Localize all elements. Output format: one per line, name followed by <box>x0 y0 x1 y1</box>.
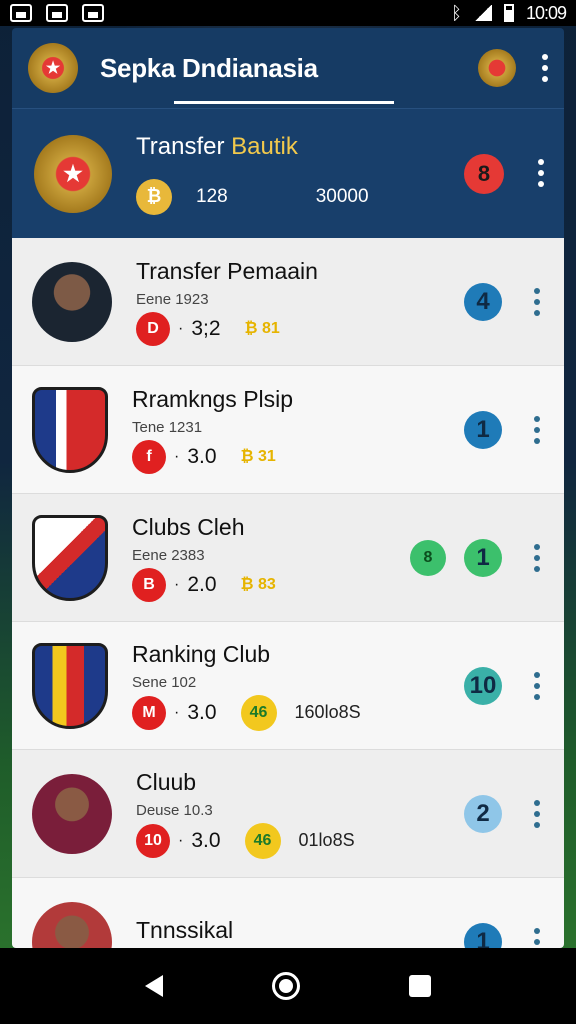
bluetooth-icon: ᛒ <box>451 2 462 23</box>
app-bar: ★ Sepka Dndianasia <box>12 28 564 108</box>
club-crest <box>32 514 108 601</box>
featured-count-badge: 8 <box>464 154 504 194</box>
list-item[interactable]: Cluub Deuse 10.3 10 · 3.0 46 01lo8S 2 <box>12 750 564 878</box>
item-title: Rramkngs Plsip <box>132 385 294 412</box>
coin-icon: ₿ <box>136 178 172 215</box>
item-title: Transfer Pemaain <box>136 257 318 284</box>
coin-badge: 46 <box>240 694 277 731</box>
item-score: 3.0 <box>187 700 217 724</box>
points-value: ₿ 83 <box>240 575 276 593</box>
rank-badge: 2 <box>464 794 502 833</box>
item-score: 2.0 <box>187 572 217 596</box>
profile-crest-button[interactable] <box>478 49 516 87</box>
coin-badge: 46 <box>244 822 281 859</box>
featured-stat-1: 128 <box>196 185 228 207</box>
list-item[interactable]: Transfer Pemaain Eene 1923 D · 3;2 ₿ 81 4 <box>12 238 564 366</box>
item-title: Ranking Club <box>132 640 271 667</box>
home-icon[interactable] <box>271 972 300 1000</box>
image-icon <box>46 4 68 22</box>
item-menu-icon[interactable] <box>534 927 540 949</box>
list-item[interactable]: TnnssikalEriec P301 <box>12 878 564 948</box>
status-pill: f <box>132 439 166 474</box>
item-menu-icon[interactable] <box>534 799 540 828</box>
back-icon[interactable] <box>144 975 163 997</box>
featured-crest: ★ <box>34 134 112 213</box>
list-item[interactable]: Ranking Club Sene 102 M · 3.0 46 160lo8S 10 <box>12 622 564 750</box>
federation-logo: ★ <box>28 43 78 93</box>
status-pill: M <box>132 695 166 730</box>
rank-badge: 4 <box>464 282 502 321</box>
item-menu-icon[interactable] <box>534 415 540 444</box>
item-menu-icon[interactable] <box>534 543 540 572</box>
signal-icon <box>473 5 492 21</box>
app-title: Sepka Dndianasia <box>100 52 318 83</box>
more-menu-icon[interactable] <box>542 54 548 82</box>
gallery-icon <box>10 4 32 22</box>
rank-badge: 1 <box>464 410 502 449</box>
featured-title: Transfer Bautik <box>136 132 298 160</box>
list-item[interactable]: Rramkngs Plsip Tene 1231 f · 3.0 ₿ 31 1 <box>12 366 564 494</box>
item-title: Clubs Cleh <box>132 513 245 540</box>
separator-dot: · <box>174 447 180 465</box>
app-window: ★ Sepka Dndianasia ★ Transfer Bautik ₿ 1… <box>12 28 564 948</box>
status-bar: ᛒ 10:09 <box>0 0 576 26</box>
player-avatar <box>32 773 112 854</box>
points-value: ₿ 31 <box>240 447 276 465</box>
extra-badge: 8 <box>410 539 446 576</box>
item-score: 3.0 <box>187 444 217 468</box>
club-crest <box>32 386 108 473</box>
system-nav-bar <box>0 948 576 1024</box>
status-pill: 10 <box>136 823 170 858</box>
separator-dot: · <box>178 319 184 337</box>
notification-icon <box>82 4 104 22</box>
separator-dot: · <box>178 831 184 849</box>
item-menu-icon[interactable] <box>534 287 540 316</box>
active-tab-indicator <box>174 101 394 104</box>
rank-badge: 10 <box>464 666 502 705</box>
status-pill: D <box>136 311 170 346</box>
item-score: 3;2 <box>191 316 221 340</box>
points-value: ₿ 81 <box>244 319 280 337</box>
featured-stat-2: 30000 <box>315 185 369 207</box>
featured-menu-icon[interactable] <box>538 159 544 187</box>
club-list: Transfer Pemaain Eene 1923 D · 3;2 ₿ 81 4 Rramk… <box>12 238 564 948</box>
club-crest <box>32 642 108 729</box>
item-title: Cluub <box>136 768 197 795</box>
clock: 10:09 <box>525 2 567 23</box>
player-avatar <box>32 901 112 948</box>
player-avatar <box>32 261 112 342</box>
recent-apps-icon[interactable] <box>409 975 432 997</box>
item-extra: 01lo8S <box>298 830 355 850</box>
separator-dot: · <box>174 575 180 593</box>
rank-badge: 1 <box>464 538 502 577</box>
battery-icon <box>503 4 514 22</box>
item-extra: 160lo8S <box>294 702 361 722</box>
status-pill: B <box>132 567 166 602</box>
separator-dot: · <box>174 703 180 721</box>
list-item[interactable]: Clubs Cleh Eene 2383 B · 2.0 ₿ 83 8 1 <box>12 494 564 622</box>
item-menu-icon[interactable] <box>534 671 540 700</box>
item-score: 3.0 <box>191 828 221 852</box>
featured-card[interactable]: ★ Transfer Bautik ₿ 128 30000 8 <box>12 108 564 238</box>
